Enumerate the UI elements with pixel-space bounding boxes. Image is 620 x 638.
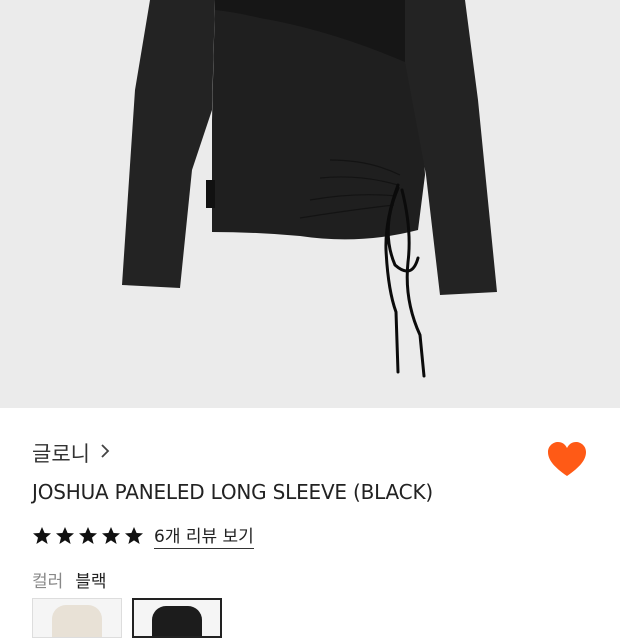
brand-link[interactable]: 글로니 <box>32 438 110 468</box>
color-swatch-black[interactable] <box>132 598 222 638</box>
heart-icon[interactable] <box>546 440 588 478</box>
chevron-right-icon <box>100 443 110 464</box>
rating-stars <box>32 526 144 546</box>
option-selected-value: 블랙 <box>75 572 107 592</box>
garment-illustration <box>0 0 620 408</box>
star-icon <box>56 526 74 544</box>
brand-name: 글로니 <box>32 442 90 466</box>
star-icon <box>125 526 143 544</box>
star-icon <box>33 526 51 544</box>
product-title: JOSHUA PANELED LONG SLEEVE (BLACK) <box>32 480 433 504</box>
rating-row: 6개 리뷰 보기 <box>32 522 254 549</box>
product-image[interactable] <box>0 0 620 408</box>
option-row: 컬러 블랙 <box>32 567 107 592</box>
garment-label-tag <box>206 180 215 208</box>
star-icon <box>102 526 120 544</box>
star-icon <box>79 526 97 544</box>
option-label: 컬러 <box>32 572 64 592</box>
color-swatches <box>32 598 222 638</box>
color-swatch-ivory[interactable] <box>32 598 122 638</box>
review-link[interactable]: 6개 리뷰 보기 <box>154 522 254 549</box>
